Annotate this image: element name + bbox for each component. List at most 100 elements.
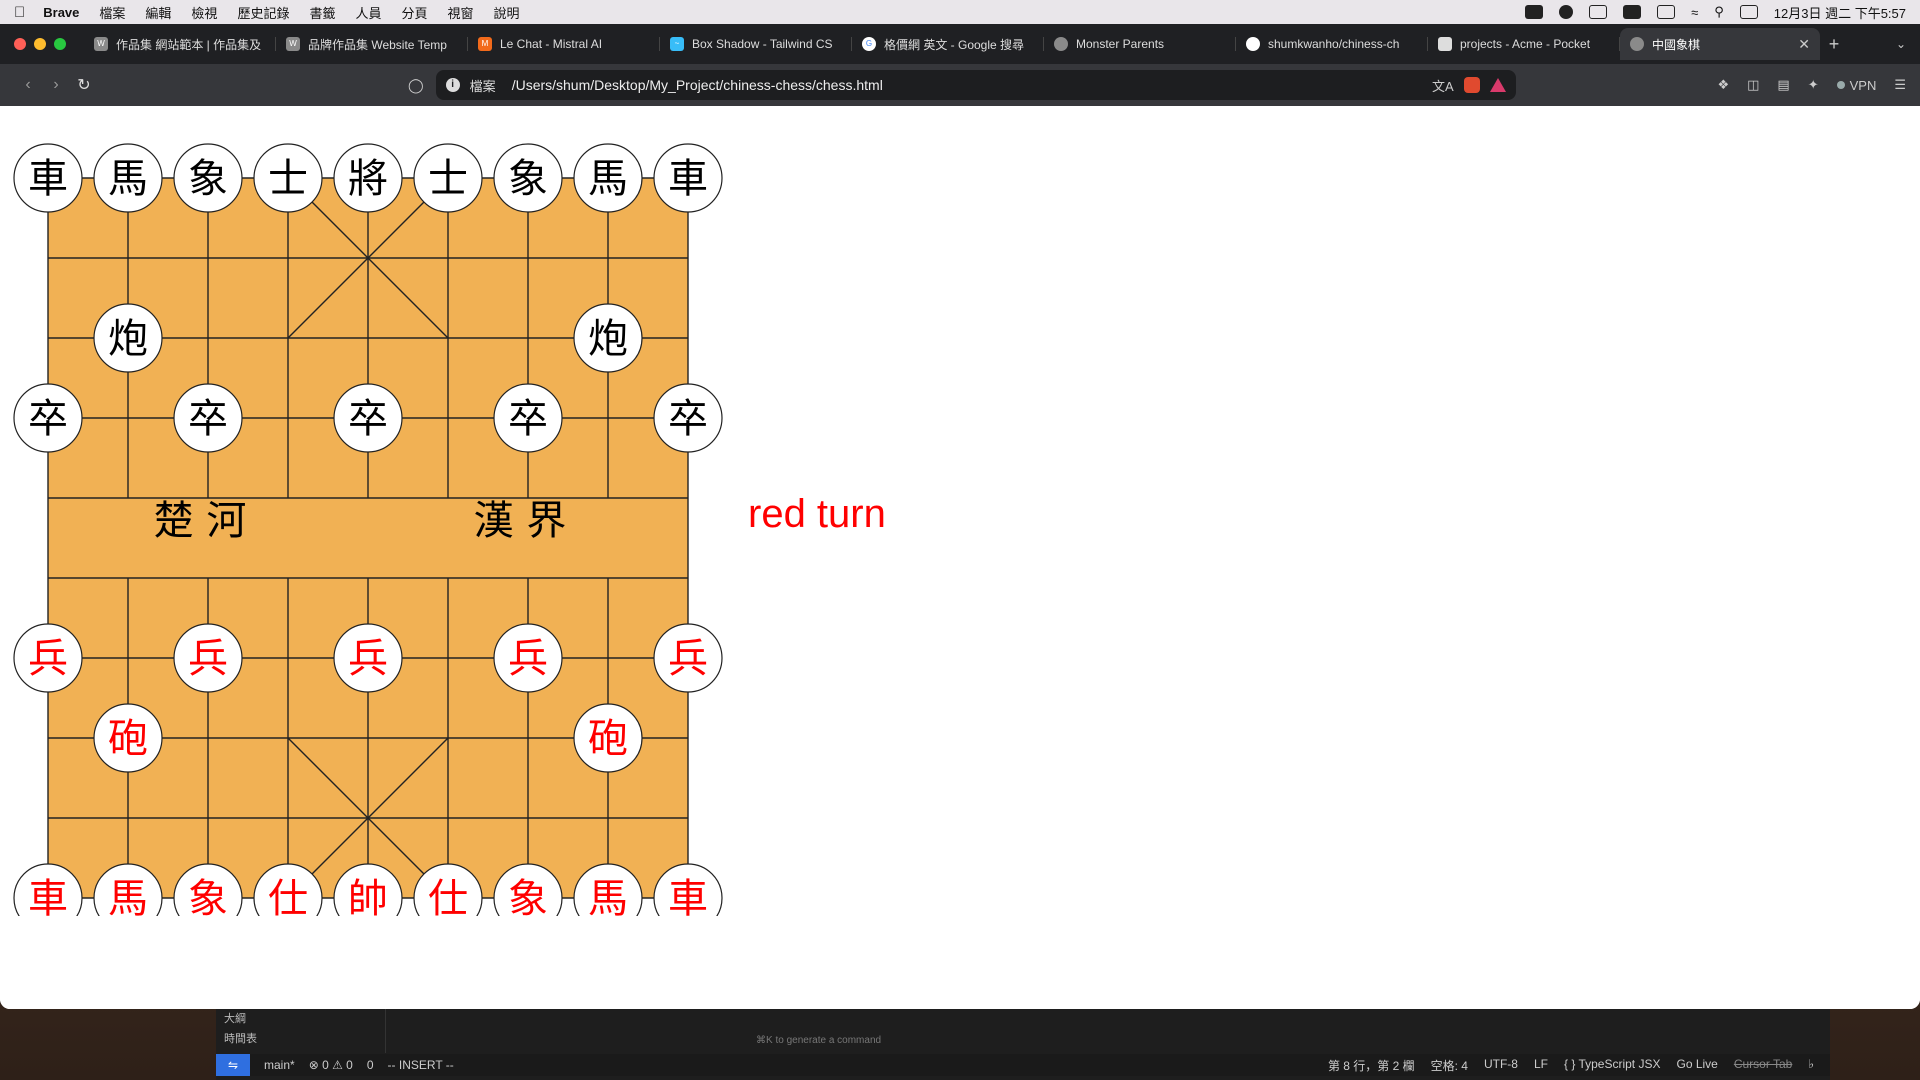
red-piece[interactable]: 兵 <box>13 623 83 693</box>
red-piece[interactable]: 兵 <box>653 623 723 693</box>
translate-icon[interactable]: 文A <box>1432 76 1454 95</box>
red-piece[interactable]: 兵 <box>173 623 243 693</box>
tab-box-shadow[interactable]: ~ Box Shadow - Tailwind CS <box>660 28 852 60</box>
page-content: 楚 河 漢 界 車馬象士將士象馬車炮炮卒卒卒卒卒兵兵兵兵兵砲砲車馬象仕帥仕象馬車… <box>0 106 1920 1009</box>
piece-label: 兵 <box>348 636 388 682</box>
indent-setting[interactable]: 空格: 4 <box>1431 1057 1468 1074</box>
tab-chinese-chess[interactable]: 中國象棋 ✕ <box>1620 28 1820 60</box>
red-piece[interactable]: 砲 <box>573 703 643 773</box>
info-icon[interactable]: i <box>445 78 460 92</box>
tab-github-repo[interactable]: shumkwanho/chiness-ch <box>1236 28 1428 60</box>
piece-label: 卒 <box>348 396 388 442</box>
wifi-icon[interactable]: ≈ <box>1691 5 1698 20</box>
tab-wix-brand[interactable]: W 品牌作品集 Website Temp <box>276 28 468 60</box>
black-piece[interactable]: 卒 <box>13 383 83 453</box>
cursor-position[interactable]: 第 8 行，第 2 欄 <box>1328 1057 1415 1074</box>
menu-history[interactable]: 歷史記錄 <box>237 3 289 22</box>
menu-file[interactable]: 檔案 <box>99 3 125 22</box>
black-piece[interactable]: 象 <box>173 143 243 213</box>
outline-section[interactable]: 大綱 <box>216 1009 385 1029</box>
black-piece[interactable]: 卒 <box>173 383 243 453</box>
app-menu[interactable]: Brave <box>43 5 79 20</box>
piece-label: 炮 <box>588 316 628 362</box>
minimize-window-button[interactable] <box>34 38 46 50</box>
address-bar[interactable]: i 檔案 /Users/shum/Desktop/My_Project/chin… <box>435 70 1516 100</box>
black-piece[interactable]: 炮 <box>93 303 163 373</box>
piece-label: 卒 <box>508 396 548 442</box>
timeline-section[interactable]: 時間表 <box>216 1029 385 1049</box>
tab-monster-parents[interactable]: Monster Parents <box>1044 28 1236 60</box>
wix-icon: W <box>94 37 108 51</box>
cursor-tab-toggle[interactable]: Cursor Tab <box>1734 1057 1792 1074</box>
red-piece[interactable]: 砲 <box>93 703 163 773</box>
tab-pocketbase[interactable]: projects - Acme - Pocket <box>1428 28 1620 60</box>
red-piece[interactable]: 兵 <box>493 623 563 693</box>
piece-label: 象 <box>188 156 228 202</box>
notifications-bell-icon[interactable]: ♭ <box>1808 1057 1814 1074</box>
wallet-icon[interactable]: ▤ <box>1777 77 1789 93</box>
battery-icon[interactable] <box>1657 5 1676 19</box>
black-piece[interactable]: 炮 <box>573 303 643 373</box>
spotlight-search-icon[interactable]: ⚲ <box>1714 4 1724 20</box>
black-piece[interactable]: 卒 <box>493 383 563 453</box>
tab-title: 格價網 英文 - Google 搜尋 <box>884 37 1025 52</box>
new-tab-button[interactable]: + <box>1820 34 1848 55</box>
go-live-button[interactable]: Go Live <box>1676 1057 1717 1074</box>
menu-help[interactable]: 說明 <box>494 3 520 22</box>
extensions-icon[interactable]: ❖ <box>1717 77 1729 93</box>
hamburger-menu-icon[interactable]: ☰ <box>1894 77 1906 93</box>
branch-status[interactable]: main* <box>264 1058 295 1072</box>
black-piece[interactable]: 馬 <box>573 143 643 213</box>
brave-shields-icon[interactable] <box>1463 77 1480 93</box>
red-piece[interactable]: 兵 <box>333 623 403 693</box>
black-piece[interactable]: 將 <box>333 143 403 213</box>
tab-search-chevron-icon[interactable]: ⌄ <box>1896 37 1906 51</box>
piece-label: 卒 <box>188 396 228 442</box>
reload-button[interactable]: ↻ <box>70 75 98 95</box>
tab-google-search[interactable]: G 格價網 英文 - Google 搜尋 <box>852 28 1044 60</box>
language-mode[interactable]: { } TypeScript JSX <box>1564 1057 1661 1074</box>
black-piece[interactable]: 車 <box>13 143 83 213</box>
vpn-button[interactable]: VPN <box>1836 78 1876 93</box>
black-piece[interactable]: 卒 <box>333 383 403 453</box>
url-text[interactable]: /Users/shum/Desktop/My_Project/chiness-c… <box>512 77 1422 93</box>
apple-icon[interactable]:  <box>14 4 25 21</box>
close-tab-icon[interactable]: ✕ <box>1798 36 1810 53</box>
ports-status[interactable]: 0 <box>367 1058 374 1072</box>
black-piece[interactable]: 象 <box>493 143 563 213</box>
tray-app-icon[interactable] <box>1525 5 1544 19</box>
code-editor-window: 大綱 時間表 ⌘K to generate a command ⇋ main* … <box>216 1009 1830 1080</box>
black-piece[interactable]: 士 <box>413 143 483 213</box>
notion-icon[interactable] <box>1589 5 1608 19</box>
sidebar-toggle-icon[interactable]: ◫ <box>1747 77 1759 93</box>
black-piece[interactable]: 車 <box>653 143 723 213</box>
tray-app2-icon[interactable] <box>1559 5 1574 19</box>
menu-window[interactable]: 視窗 <box>448 3 474 22</box>
menu-clock[interactable]: 12月3日 週二 下午5:57 <box>1774 3 1906 22</box>
back-button[interactable]: ‹ <box>14 76 42 94</box>
black-piece[interactable]: 馬 <box>93 143 163 213</box>
brave-rewards-icon[interactable] <box>1489 78 1506 92</box>
bookmark-icon[interactable]: ◯ <box>408 77 424 94</box>
close-window-button[interactable] <box>14 38 26 50</box>
menu-bookmarks[interactable]: 書籤 <box>309 3 335 22</box>
tab-le-chat[interactable]: M Le Chat - Mistral AI <box>468 28 660 60</box>
black-piece[interactable]: 士 <box>253 143 323 213</box>
input-source-icon[interactable] <box>1623 5 1642 19</box>
piece-label: 帥 <box>348 876 388 916</box>
menu-people[interactable]: 人員 <box>355 3 381 22</box>
zoom-window-button[interactable] <box>54 38 66 50</box>
menu-edit[interactable]: 編輯 <box>145 3 171 22</box>
leo-ai-icon[interactable]: ✦ <box>1808 77 1819 93</box>
tab-title: shumkwanho/chiness-ch <box>1268 37 1400 51</box>
remote-icon[interactable]: ⇋ <box>216 1054 250 1076</box>
menu-tabs[interactable]: 分頁 <box>401 3 427 22</box>
tab-wix-portfolio[interactable]: W 作品集 網站範本 | 作品集及 <box>84 28 276 60</box>
encoding-setting[interactable]: UTF-8 <box>1484 1057 1518 1074</box>
control-center-icon[interactable] <box>1739 5 1758 19</box>
problems-status[interactable]: ⊗ 0 ⚠ 0 <box>309 1058 353 1072</box>
menu-view[interactable]: 檢視 <box>191 3 217 22</box>
eol-setting[interactable]: LF <box>1534 1057 1548 1074</box>
forward-button[interactable]: › <box>42 76 70 94</box>
black-piece[interactable]: 卒 <box>653 383 723 453</box>
